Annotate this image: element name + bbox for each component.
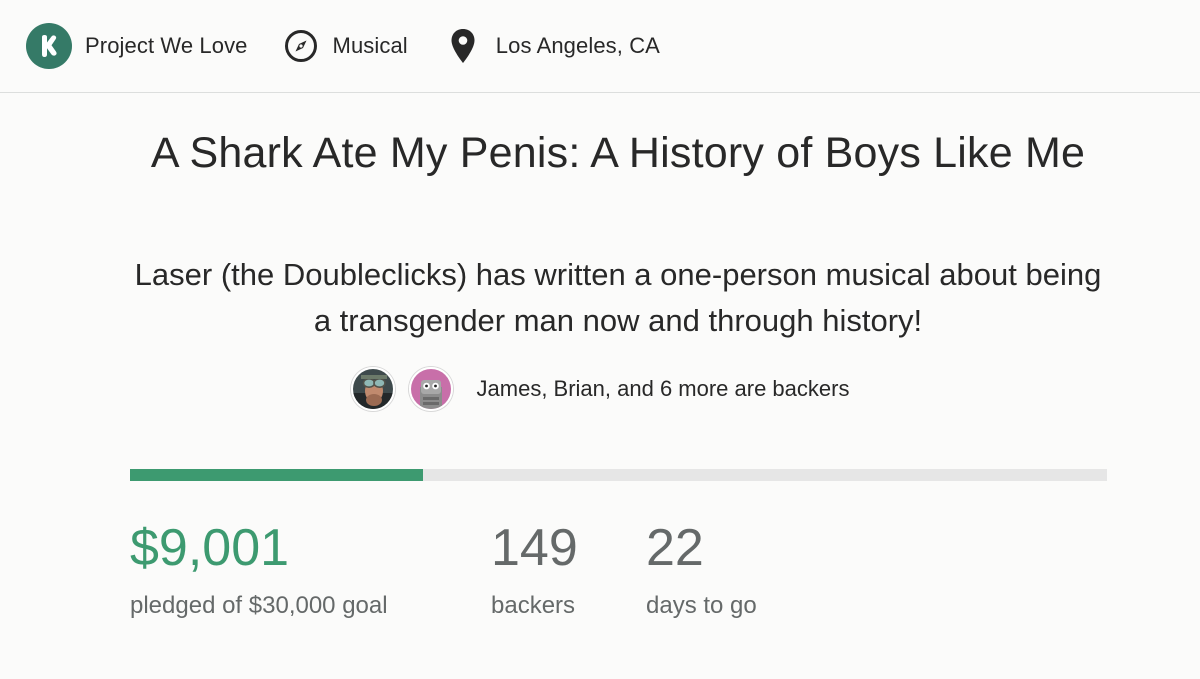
project-title: A Shark Ate My Penis: A History of Boys … <box>150 129 1086 177</box>
location-label: Los Angeles, CA <box>495 33 660 58</box>
pledged-amount: $9,001 <box>130 519 290 577</box>
badge-label: Project We Love <box>85 33 248 58</box>
backers-caption: backers <box>491 592 576 619</box>
project-meta-bar: Project We Love Musical Los Angeles, CA <box>0 0 1200 93</box>
category-label: Musical <box>332 33 408 58</box>
avatar <box>408 367 453 411</box>
category-link[interactable]: Musical <box>284 29 408 63</box>
days-remaining: 22 <box>646 519 704 577</box>
location-link[interactable]: Los Angeles, CA <box>444 27 660 65</box>
kickstarter-k-icon <box>26 23 72 69</box>
friends-backing-row[interactable]: James, Brian, and 6 more are backers <box>0 366 1200 412</box>
backers-count: 149 <box>491 519 578 577</box>
backers-stat: 149 backers <box>491 518 578 620</box>
funding-progress-fill <box>130 469 424 481</box>
project-blurb: Laser (the Doubleclicks) has written a o… <box>134 257 1102 338</box>
backers-summary: James, Brian, and 6 more are backers <box>476 376 850 401</box>
location-pin-icon <box>448 27 478 65</box>
project-we-love-link[interactable]: Project We Love <box>26 23 248 69</box>
pledged-stat: $9,001 pledged of $30,000 goal <box>130 518 388 620</box>
compass-icon <box>284 29 318 63</box>
days-stat: 22 days to go <box>646 518 757 620</box>
avatar <box>350 367 395 411</box>
days-caption: days to go <box>646 592 757 619</box>
pledged-caption: pledged of $30,000 goal <box>130 592 388 619</box>
funding-progress-bar <box>130 469 1107 481</box>
